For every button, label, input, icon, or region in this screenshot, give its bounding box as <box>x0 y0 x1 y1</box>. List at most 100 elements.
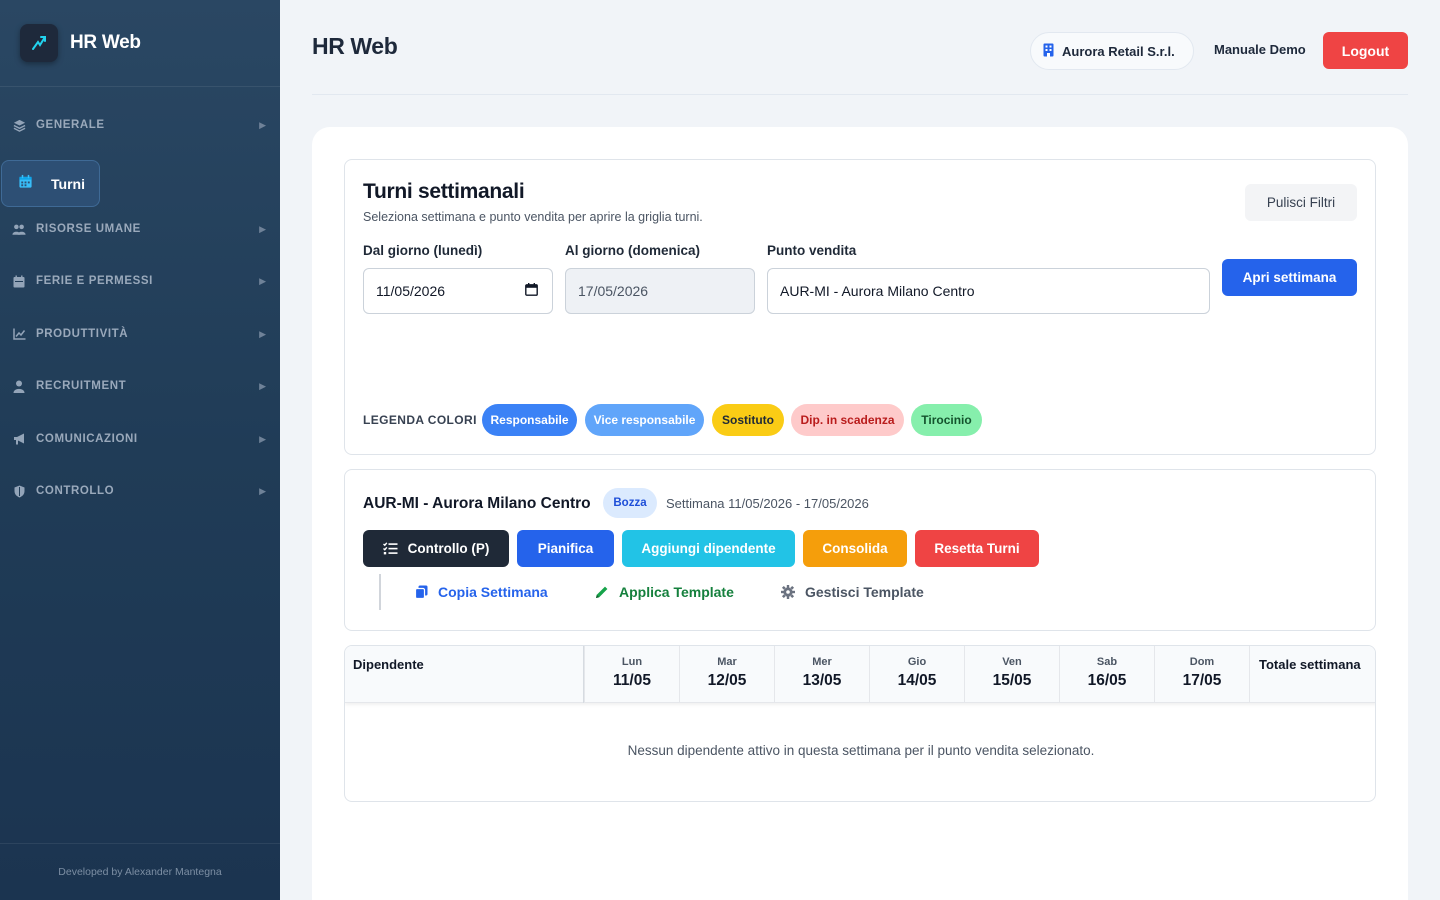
sidebar-item-turni[interactable]: Turni <box>1 160 100 207</box>
pencil-icon <box>595 585 609 599</box>
building-icon <box>1043 43 1054 60</box>
to-date-value: 17/05/2026 <box>578 283 649 299</box>
legend-chip-sostituto: Sostituto <box>712 404 784 436</box>
day-name: Gio <box>907 656 927 668</box>
sidebar-item-controllo[interactable]: CONTROLLO ▶ <box>0 476 280 506</box>
company-name: Aurora Retail S.r.l. <box>1062 43 1175 59</box>
legend-chip-tirocinio: Tirocinio <box>911 404 982 436</box>
sidebar-item-label: Turni <box>51 175 85 192</box>
calendar-picker-icon[interactable] <box>525 283 538 299</box>
layers-icon <box>12 118 26 132</box>
day-name: Sab <box>1096 656 1118 668</box>
week-range: Settimana 11/05/2026 - 17/05/2026 <box>666 496 869 511</box>
chevron-right-icon: ▶ <box>259 275 266 286</box>
user-icon <box>12 379 26 393</box>
col-header-day: Gio 14/05 <box>869 646 964 703</box>
sidebar-item-comunicazioni[interactable]: COMUNICAZIONI ▶ <box>0 424 280 454</box>
brand[interactable]: HR Web <box>0 0 280 87</box>
sidebar-item-label: COMUNICAZIONI <box>36 433 138 445</box>
legend-chip-responsabile: Responsabile <box>482 404 577 436</box>
filters-title: Turni settimanali <box>363 180 525 203</box>
controllo-label: Controllo (P) <box>407 541 490 556</box>
chevron-right-icon: ▶ <box>259 380 266 391</box>
col-header-day: Mer 13/05 <box>774 646 869 703</box>
to-date-input: 17/05/2026 <box>565 268 755 314</box>
sidebar-item-generale[interactable]: GENERALE ▶ <box>0 110 280 140</box>
col-header-totale: Totale settimana <box>1249 646 1375 703</box>
sidebar-item-recruitment[interactable]: RECRUITMENT ▶ <box>0 371 280 401</box>
legend-chip-vice-responsabile: Vice responsabile <box>585 404 704 436</box>
empty-state-message: Nessun dipendente attivo in questa setti… <box>627 743 1095 758</box>
filters-subtitle: Seleziona settimana e punto vendita per … <box>363 210 703 224</box>
col-header-day: Ven 15/05 <box>964 646 1059 703</box>
consolida-button[interactable]: Consolida <box>803 530 907 567</box>
store-label: Punto vendita <box>767 243 857 258</box>
pianifica-button[interactable]: Pianifica <box>517 530 614 567</box>
sidebar-item-risorse-umane[interactable]: RISORSE UMANE ▶ <box>0 214 280 244</box>
filters-card: Turni settimanali Seleziona settimana e … <box>344 159 1376 455</box>
status-badge: Bozza <box>603 488 657 518</box>
divider <box>379 574 381 610</box>
app-logo-icon <box>20 24 58 62</box>
clear-filters-button[interactable]: Pulisci Filtri <box>1245 184 1357 221</box>
col-header-day: Dom 17/05 <box>1154 646 1249 703</box>
col-header-day: Mar 12/05 <box>679 646 774 703</box>
from-date-value: 11/05/2026 <box>376 283 446 299</box>
chevron-right-icon: ▶ <box>259 223 266 234</box>
shield-icon <box>12 484 26 498</box>
sidebar-footer: Developed by Alexander Mantegna <box>0 843 280 900</box>
sidebar-item-produttivita[interactable]: PRODUTTIVITÀ ▶ <box>0 319 280 349</box>
top-header: HR Web Aurora Retail S.r.l. Manuale Demo… <box>312 0 1408 95</box>
calendar-icon <box>12 274 26 288</box>
company-selector[interactable]: Aurora Retail S.r.l. <box>1030 32 1194 70</box>
chart-line-icon <box>12 327 26 341</box>
sidebar-item-ferie-permessi[interactable]: FERIE E PERMESSI ▶ <box>0 266 280 296</box>
sidebar-item-label: RECRUITMENT <box>36 380 127 392</box>
sidebar-item-label: CONTROLLO <box>36 485 115 497</box>
day-date: 13/05 <box>802 672 842 689</box>
col-header-day: Sab 16/05 <box>1059 646 1154 703</box>
megaphone-icon <box>12 432 26 446</box>
day-date: 14/05 <box>897 672 937 689</box>
sidebar-item-label: FERIE E PERMESSI <box>36 275 153 287</box>
day-date: 16/05 <box>1087 672 1127 689</box>
controllo-button[interactable]: Controllo (P) <box>363 530 509 567</box>
day-name: Ven <box>1002 656 1022 668</box>
store-select-value: AUR-MI - Aurora Milano Centro <box>780 283 975 299</box>
schedule-table: Dipendente Lun 11/05 Mar 12/05 Mer 13/05… <box>344 645 1376 802</box>
applica-template-link[interactable]: Applica Template <box>595 584 734 600</box>
store-select[interactable]: AUR-MI - Aurora Milano Centro <box>767 268 1210 314</box>
chevron-right-icon: ▶ <box>259 119 266 130</box>
manual-link[interactable]: Manuale Demo <box>1214 42 1306 57</box>
day-date: 12/05 <box>707 672 747 689</box>
copia-settimana-label: Copia Settimana <box>438 584 548 600</box>
day-name: Dom <box>1189 656 1215 668</box>
chevron-right-icon: ▶ <box>259 485 266 496</box>
sidebar-item-label: RISORSE UMANE <box>36 223 141 235</box>
legend-chip-dip-in-scadenza: Dip. in scadenza <box>791 404 904 436</box>
col-header-dipendente: Dipendente <box>353 657 424 672</box>
gestisci-template-link[interactable]: Gestisci Template <box>781 584 924 600</box>
logout-button[interactable]: Logout <box>1323 32 1408 69</box>
from-date-label: Dal giorno (lunedì) <box>363 243 483 258</box>
col-header-day: Lun 11/05 <box>584 646 679 703</box>
day-name: Lun <box>621 656 643 668</box>
sidebar-item-label: PRODUTTIVITÀ <box>36 328 129 340</box>
legend-label: LEGENDA COLORI <box>363 413 477 427</box>
copia-settimana-link[interactable]: Copia Settimana <box>415 584 548 600</box>
table-header: Dipendente Lun 11/05 Mar 12/05 Mer 13/05… <box>345 646 1375 703</box>
day-date: 15/05 <box>992 672 1032 689</box>
gestisci-template-label: Gestisci Template <box>805 584 924 600</box>
day-date: 11/05 <box>613 672 651 689</box>
main-panel: Turni settimanali Seleziona settimana e … <box>312 127 1408 900</box>
page-title: HR Web <box>312 33 398 59</box>
day-name: Mer <box>812 656 832 668</box>
aggiungi-dipendente-button[interactable]: Aggiungi dipendente <box>622 530 795 567</box>
gear-icon <box>781 585 795 599</box>
day-name: Mar <box>717 656 737 668</box>
chevron-right-icon: ▶ <box>259 328 266 339</box>
resetta-turni-button[interactable]: Resetta Turni <box>915 530 1039 567</box>
open-week-button[interactable]: Apri settimana <box>1222 259 1357 296</box>
day-date: 17/05 <box>1182 672 1222 689</box>
from-date-input[interactable]: 11/05/2026 <box>363 268 553 314</box>
